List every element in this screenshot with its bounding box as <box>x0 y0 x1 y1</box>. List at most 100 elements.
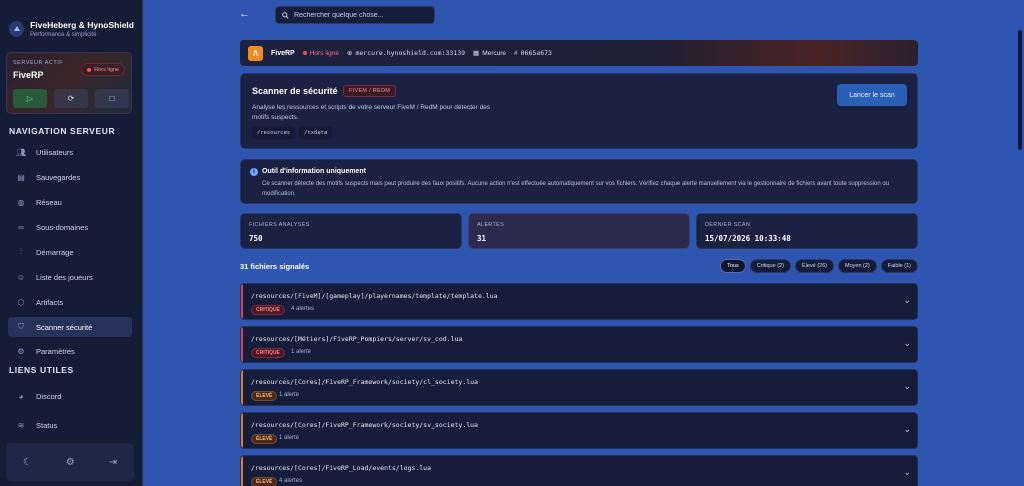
info-notice: i Outil d'information uniquement Ce scan… <box>240 159 918 204</box>
gear-icon[interactable]: ⚙ <box>66 457 75 468</box>
scanner-description: Analyse les ressources et scripts de vot… <box>252 104 491 121</box>
sidebar-item-label: Liste des joueurs <box>36 272 93 282</box>
filter-high[interactable]: Élevé (26) <box>794 259 834 273</box>
sidebar-item-label: Réseau <box>36 197 62 207</box>
logout-icon[interactable]: ⇥ <box>109 457 117 468</box>
stop-server-button[interactable]: □ <box>95 89 129 108</box>
sidebar-item-label: Démarrage <box>36 247 74 257</box>
start-server-button[interactable]: ▷ <box>13 89 47 108</box>
sidebar-item-label: Paramètres <box>36 347 75 356</box>
flagged-file-row[interactable]: /resources/[Cores]/FiveRP_Framework/soci… <box>240 369 918 406</box>
filter-medium[interactable]: Moyen (2) <box>838 259 877 273</box>
file-path: /resources/[Cores]/FiveRP_Framework/soci… <box>251 421 478 429</box>
stat-value: 15/07/2026 10:33:48 <box>705 234 791 243</box>
stat-value: 31 <box>477 234 487 243</box>
server-card-label: SERVEUR ACTIF <box>13 60 64 66</box>
sidebar-item-settings[interactable]: ⚙ Paramètres <box>8 342 132 356</box>
wifi-icon: ≋ <box>17 420 25 430</box>
info-title: Outil d'information uniquement <box>262 168 366 175</box>
severity-bar <box>241 456 243 486</box>
link-icon: ∞ <box>18 222 24 232</box>
flagged-file-row[interactable]: /resources/[Cores]/FiveRP_Load/events/lo… <box>240 455 918 486</box>
sidebar-item-label: Artifacts <box>36 297 64 307</box>
search-input[interactable] <box>294 11 424 19</box>
server-card-name: FiveRP <box>13 70 44 80</box>
sidebar-item-startup[interactable]: ⫶ Démarrage <box>8 242 132 262</box>
back-arrow-icon[interactable]: ← <box>239 8 250 20</box>
alert-count: 1 alerte <box>291 349 312 355</box>
stat-alerts: ALERTES 31 <box>468 213 690 249</box>
link-discord[interactable]: ◕ Discord <box>8 386 132 406</box>
hash-icon: # <box>514 49 518 57</box>
moon-icon[interactable]: ☾ <box>23 457 32 468</box>
start-scan-button[interactable]: Lancer le scan <box>837 84 907 106</box>
server-node: ▦ Mercure <box>473 49 507 58</box>
sidebar-item-network[interactable]: ◍ Réseau <box>8 192 132 212</box>
filter-low[interactable]: Faible (1) <box>880 259 918 273</box>
sidebar-item-users[interactable]: 👥︎ Utilisateurs <box>8 142 132 162</box>
sidebar-item-backups[interactable]: ▤ Sauvegardes <box>8 167 132 187</box>
scanner-title: Scanner de sécurité <box>252 86 338 96</box>
flagged-count: 31 fichiers signalés <box>240 262 310 271</box>
sidebar-item-label: Sous-domaines <box>36 222 89 232</box>
link-status[interactable]: ≋ Status <box>8 415 132 435</box>
brand[interactable]: FiveHeberg & HynoShield Performance & si… <box>0 0 142 44</box>
file-path: /resources/[Cores]/FiveRP_Load/events/lo… <box>251 464 432 472</box>
play-icon: ▷ <box>26 94 34 103</box>
server-node-value: Mercure <box>482 49 507 57</box>
flagged-file-row[interactable]: /resources/[FiveM]/[gameplay]/playername… <box>240 283 918 320</box>
chevron-down-icon[interactable]: ⌄ <box>903 381 911 392</box>
alert-count: 4 alertes <box>279 478 303 484</box>
users-icon: 👥︎ <box>15 147 27 157</box>
stat-files-analyzed: FICHIERS ANALYSÉS 750 <box>240 213 462 249</box>
active-server-card[interactable]: SERVEUR ACTIF FiveRP Hors ligne ▷ ⟳ □ <box>6 52 132 114</box>
flagged-file-row[interactable]: /resources/[Cores]/FiveRP_Framework/soci… <box>240 412 918 449</box>
sidebar-item-artifacts[interactable]: ⬡ Artifacts <box>8 292 132 312</box>
file-path: /resources/[FiveM]/[gameplay]/playername… <box>251 292 498 300</box>
server-address-value: mercure.hynoshield.com:33139 <box>355 49 466 57</box>
info-icon: i <box>250 168 258 176</box>
severity-badge: ÉLEVÉ <box>251 477 278 486</box>
sidebar-item-subdomains[interactable]: ∞ Sous-domaines <box>8 217 132 237</box>
server-logo-icon: Λ <box>248 45 263 61</box>
scrollbar[interactable] <box>1018 30 1022 150</box>
severity-badge: ÉLEVÉ <box>251 434 278 444</box>
server-id: # 0665a673 <box>514 49 552 57</box>
file-path: /resources/[Cores]/FiveRP_Framework/soci… <box>251 378 478 386</box>
chevron-down-icon[interactable]: ⌄ <box>903 467 911 478</box>
server-info-strip: Λ FiveRP Hors ligne ⊕ mercure.hynoshield… <box>240 40 918 66</box>
chevron-down-icon[interactable]: ⌄ <box>903 424 911 435</box>
stat-label: FICHIERS ANALYSÉS <box>249 222 310 228</box>
filter-all[interactable]: Tous <box>720 259 746 273</box>
brand-title: FiveHeberg & HynoShield <box>30 19 134 30</box>
backup-icon: ▤ <box>17 172 25 182</box>
brand-logo-icon <box>9 20 25 37</box>
sidebar-item-players[interactable]: ☺ Liste des joueurs <box>8 267 132 287</box>
server-icon: ▦ <box>473 50 480 57</box>
alert-count: 1 alerte <box>279 392 300 398</box>
sidebar-item-security-scanner[interactable]: ⛉ Scanner sécurité <box>8 317 132 337</box>
chevron-down-icon[interactable]: ⌄ <box>903 338 911 349</box>
link-label: Discord <box>36 391 62 401</box>
alert-count: 1 alerte <box>279 435 300 441</box>
flagged-file-row[interactable]: /resources/[Métiers]/FiveRP_Pompiers/ser… <box>240 326 918 363</box>
server-name: FiveRP <box>271 49 295 57</box>
status-badge: Hors ligne <box>81 63 125 76</box>
chevron-down-icon[interactable]: ⌄ <box>903 295 911 306</box>
restart-server-button[interactable]: ⟳ <box>54 89 88 108</box>
stop-icon: □ <box>109 94 115 103</box>
filter-critical[interactable]: Critique (2) <box>749 259 791 273</box>
severity-bar <box>241 327 243 362</box>
sidebar-item-label: Utilisateurs <box>36 147 74 157</box>
stat-value: 750 <box>249 234 263 243</box>
players-icon: ☺ <box>16 272 26 282</box>
severity-filters: Tous Critique (2) Élevé (26) Moyen (2) F… <box>720 259 918 273</box>
box-icon: ⬡ <box>17 297 25 307</box>
severity-badge: ÉLEVÉ <box>251 391 278 401</box>
nav-heading: NAVIGATION SERVEUR <box>9 126 116 136</box>
severity-bar <box>241 284 243 319</box>
server-status: Hors ligne <box>302 50 339 57</box>
sidebar: FiveHeberg & HynoShield Performance & si… <box>0 0 143 486</box>
path-chip: /txdata <box>299 127 333 139</box>
search-bar[interactable] <box>275 6 435 24</box>
